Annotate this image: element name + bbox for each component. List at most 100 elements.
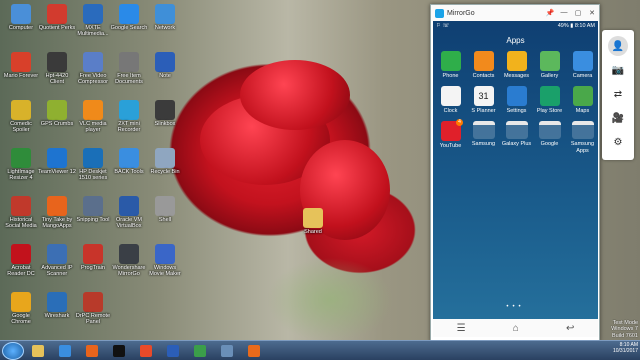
desktop-icon[interactable]: Advanced IP Scanner: [38, 244, 76, 277]
folder-icon: [505, 121, 528, 139]
desktop-icon[interactable]: Wireshark: [38, 292, 76, 319]
screenshot-icon[interactable]: 📷: [608, 60, 628, 80]
app-icon: [47, 196, 67, 216]
taskbar-item-mirrorgo[interactable]: [187, 342, 213, 360]
desktop-icon[interactable]: Computer: [2, 4, 40, 31]
folder-samsung-apps[interactable]: Samsung Apps: [566, 121, 599, 155]
desktop-icon[interactable]: Slinkbox: [146, 100, 184, 127]
mirrorgo-titlebar[interactable]: MirrorGo 📌 — ▢ ✕: [431, 5, 599, 21]
folder-galaxy-plus[interactable]: Galaxy Plus: [500, 121, 533, 155]
shared-folder-label: Shared: [304, 229, 322, 235]
record-icon[interactable]: 🎥: [608, 108, 628, 128]
desktop-icon-label: Snipping Tool: [76, 217, 110, 223]
app-icon: [155, 244, 175, 264]
desktop-icon-label: Windows Movie Maker: [149, 265, 181, 277]
app-icon: [11, 100, 31, 120]
back-button[interactable]: ↩: [566, 323, 574, 334]
app-s-planner[interactable]: 31 S Planner: [467, 86, 500, 115]
app-maps[interactable]: Maps: [566, 86, 599, 115]
app-settings[interactable]: Settings: [500, 86, 533, 115]
desktop-icon[interactable]: Recycle Bin: [146, 148, 184, 175]
maximize-button[interactable]: ▢: [571, 9, 585, 17]
desktop-icon-label: Mario Forever: [3, 73, 39, 79]
desktop-icon[interactable]: Free Item Documents: [110, 52, 148, 85]
start-button[interactable]: [2, 341, 24, 360]
desktop-icon[interactable]: Network: [146, 4, 184, 31]
taskbar-item-word[interactable]: [160, 342, 186, 360]
taskbar-item-ie[interactable]: [52, 342, 78, 360]
desktop-icon[interactable]: Oracle VM VirtualBox: [110, 196, 148, 229]
mirrorgo-icon: [194, 344, 206, 357]
desktop-icon[interactable]: Mario Forever: [2, 52, 40, 79]
app-icon: [11, 244, 31, 264]
desktop-icon[interactable]: TeamViewer 12: [38, 148, 76, 175]
app-icon: [83, 52, 103, 72]
app-youtube[interactable]: 4 YouTube: [434, 119, 467, 155]
shared-folder-icon[interactable]: Shared: [294, 208, 332, 235]
taskbar-item-app9[interactable]: [241, 342, 267, 360]
desktop-icon[interactable]: Shell: [146, 196, 184, 223]
taskbar-item-media[interactable]: [79, 342, 105, 360]
app-icon: [83, 244, 103, 264]
folder-samsung[interactable]: Samsung: [467, 121, 500, 155]
desktop-icon[interactable]: 2XT mini Recorder: [110, 100, 148, 133]
system-clock[interactable]: 8:10 AM 10/31/2017: [613, 342, 638, 354]
avatar[interactable]: 👤: [608, 36, 628, 56]
app8-icon: [221, 344, 233, 357]
settings-icon[interactable]: ⚙: [608, 132, 628, 152]
app-icon: [155, 52, 175, 72]
app-play-store[interactable]: Play Store: [533, 86, 566, 115]
desktop-icon[interactable]: Comedic Spoiler: [2, 100, 40, 133]
desktop-icon[interactable]: Historical Social Media: [2, 196, 40, 229]
desktop-icon[interactable]: HP Deskjet 1510 series: [74, 148, 112, 181]
desktop-icon[interactable]: LightImage Resizer 4: [2, 148, 40, 181]
clock-icon: [440, 86, 461, 106]
app-icon: [155, 4, 175, 24]
taskbar-item-app8[interactable]: [214, 342, 240, 360]
desktop-icon[interactable]: Snipping Tool: [74, 196, 112, 223]
desktop-icon[interactable]: Note: [146, 52, 184, 79]
app-camera[interactable]: Camera: [566, 51, 599, 80]
desktop-icon[interactable]: GPS Crumbs: [38, 100, 76, 127]
phone-screen[interactable]: ⚐ ☏ 49% ▮ 8:10 AM Apps Phone Contacts Mess…: [433, 21, 598, 323]
taskbar-item-cmd[interactable]: [106, 342, 132, 360]
app-messages[interactable]: Messages: [500, 51, 533, 80]
home-button[interactable]: ⌂: [513, 323, 519, 334]
desktop-icon[interactable]: Quotient Perks: [38, 4, 76, 31]
play-store-icon: [539, 86, 560, 106]
desktop-icon[interactable]: Google Search: [110, 4, 148, 31]
app-icon: [47, 244, 67, 264]
app-icon: [119, 148, 139, 168]
minimize-button[interactable]: —: [557, 9, 571, 17]
app-icon: [155, 100, 175, 120]
desktop-icon[interactable]: Windows Movie Maker: [146, 244, 184, 277]
app-label: Clock: [443, 108, 458, 114]
app-icon: [47, 52, 67, 72]
phone-navbar: ☰ ⌂ ↩: [433, 319, 598, 337]
app-gallery[interactable]: Gallery: [533, 51, 566, 80]
desktop-icon[interactable]: Free Video Compressor: [74, 52, 112, 85]
desktop-icon[interactable]: Google Chrome: [2, 292, 40, 325]
folder-google[interactable]: Google: [533, 121, 566, 155]
desktop-icon[interactable]: Tiny Take by MangoApps: [38, 196, 76, 229]
app-phone[interactable]: Phone: [434, 51, 467, 80]
desktop-icon-label: Comedic Spoiler: [10, 121, 32, 133]
app-clock[interactable]: Clock: [434, 86, 467, 115]
app-contacts[interactable]: Contacts: [467, 51, 500, 80]
desktop-icon[interactable]: ProgTrain: [74, 244, 112, 271]
taskbar-item-explorer[interactable]: [25, 342, 51, 360]
close-button[interactable]: ✕: [585, 9, 599, 17]
desktop-icon-label: BACK Tools: [114, 169, 144, 175]
desktop-icon[interactable]: Acrobat Reader DC: [2, 244, 40, 277]
desktop-icon[interactable]: MXTE Multimedia...: [74, 4, 112, 37]
desktop-icon[interactable]: BACK Tools: [110, 148, 148, 175]
pin-icon[interactable]: 📌: [543, 9, 557, 17]
taskbar-item-chrome[interactable]: [133, 342, 159, 360]
desktop-icon[interactable]: Hpt-4420 Client: [38, 52, 76, 85]
desktop-icon[interactable]: VLC media player: [74, 100, 112, 133]
desktop-icon[interactable]: Wondershare MirrorGo: [110, 244, 148, 277]
desktop-icon[interactable]: DrPC Remote Panel: [74, 292, 112, 325]
recent-apps-button[interactable]: ☰: [457, 323, 466, 334]
rotate-icon[interactable]: ⇄: [608, 84, 628, 104]
desktop-icon-label: Wondershare MirrorGo: [112, 265, 146, 277]
